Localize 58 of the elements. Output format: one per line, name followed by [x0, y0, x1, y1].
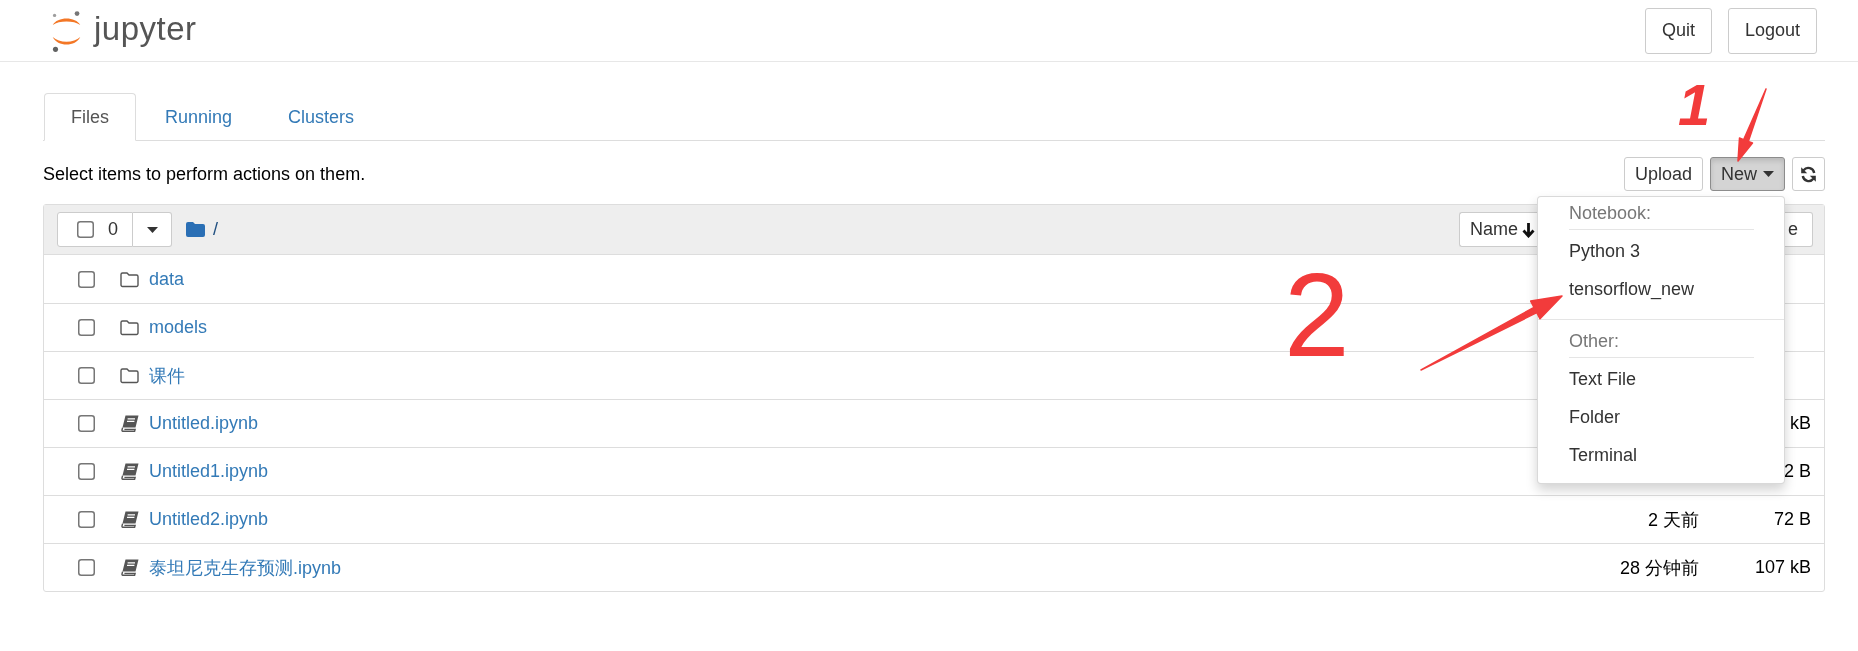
checkbox[interactable]	[78, 367, 95, 384]
size-cell: kB	[1790, 413, 1811, 434]
dropdown-button[interactable]: New	[1710, 157, 1785, 191]
sort-button[interactable]: e	[1785, 212, 1813, 247]
toolbar-button[interactable]: Upload	[1623, 157, 1703, 191]
size-cell: 2 B	[1783, 461, 1811, 482]
modified-cell-text: 2 天前	[1648, 508, 1699, 532]
book-icon	[120, 415, 139, 432]
file-link[interactable]: data	[149, 268, 185, 290]
modified-cell-text: 28 分钟前	[1619, 556, 1699, 580]
tab[interactable]: Files	[44, 93, 136, 141]
menu-item[interactable]: Python 3	[1538, 232, 1784, 270]
folder-icon	[120, 270, 139, 288]
tab[interactable]: Running	[138, 93, 260, 141]
checkbox[interactable]	[77, 221, 94, 238]
annotation-number: 2	[1284, 256, 1350, 374]
book-icon	[120, 559, 139, 576]
refresh-button[interactable]	[1792, 157, 1825, 191]
menu-item[interactable]: Text File	[1538, 360, 1784, 398]
checkbox[interactable]	[78, 463, 95, 480]
menu-heading: Notebook:	[1569, 202, 1652, 224]
path-link[interactable]: /	[213, 219, 218, 240]
checkbox[interactable]	[78, 270, 95, 288]
file-link[interactable]: 泰坦尼克生存预测.ipynb	[149, 555, 342, 580]
header-button[interactable]: Quit	[1644, 7, 1712, 54]
book-icon	[120, 511, 139, 528]
checkbox[interactable]	[78, 415, 95, 432]
select-menu-button[interactable]	[133, 212, 172, 247]
folder-icon	[120, 319, 139, 336]
folder-icon	[120, 367, 139, 384]
size-cell-text: 72 B	[1772, 509, 1811, 530]
file-link[interactable]: Untitled2.ipynb	[149, 509, 269, 530]
header-button[interactable]: Logout	[1727, 7, 1817, 54]
hint-text: Select items to perform actions on them.	[43, 163, 366, 185]
caret-icon	[146, 226, 158, 233]
folder-icon	[186, 222, 205, 237]
menu-item[interactable]: tensorflow_new	[1538, 270, 1784, 308]
refresh-icon	[1800, 165, 1817, 183]
tab[interactable]: Clusters	[261, 93, 382, 141]
menu-item[interactable]: Folder	[1538, 398, 1784, 436]
logo-icon	[50, 8, 83, 53]
file-link[interactable]: Untitled1.ipynb	[149, 461, 269, 482]
arrow-down-icon	[1522, 221, 1535, 238]
file-link[interactable]: Untitled.ipynb	[149, 413, 259, 434]
checkbox[interactable]	[78, 319, 95, 336]
annotation-number: 1	[1678, 76, 1711, 134]
size-cell-text: 107 kB	[1753, 557, 1811, 578]
file-link[interactable]: models	[149, 317, 208, 338]
menu-item[interactable]: Terminal	[1538, 436, 1784, 474]
caret-icon	[1763, 171, 1774, 177]
logo-wordmark: jupyter	[94, 12, 197, 49]
book-icon	[120, 463, 139, 480]
menu-heading: Other:	[1569, 330, 1620, 352]
sort-button[interactable]: Name	[1459, 212, 1537, 247]
select-button[interactable]: 0	[57, 212, 133, 247]
checkbox[interactable]	[78, 559, 95, 576]
checkbox[interactable]	[78, 511, 95, 528]
file-link[interactable]: 课件	[149, 363, 185, 388]
